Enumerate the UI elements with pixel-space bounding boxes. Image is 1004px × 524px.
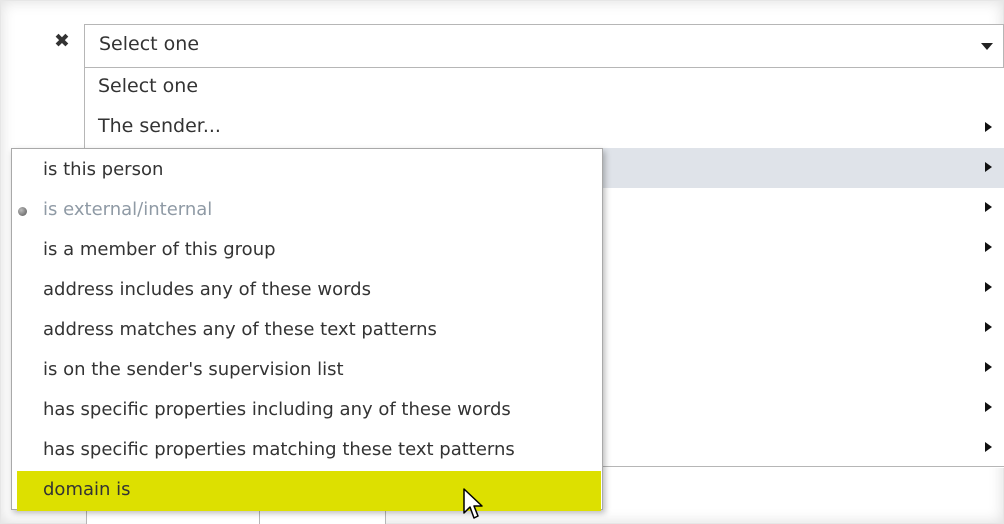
submenu-item-is-external-internal: is external/internal [12, 191, 602, 231]
submenu-arrow-icon [985, 362, 992, 372]
chevron-down-icon[interactable] [981, 43, 993, 50]
submenu-arrow-icon [985, 402, 992, 412]
submenu-item-label: is external/internal [43, 199, 213, 220]
option-select-one[interactable]: Select one [85, 68, 1004, 108]
sender-submenu: is this person is external/internal is a… [11, 148, 603, 511]
option-label: The sender... [98, 115, 221, 137]
submenu-item-member-of-group[interactable]: is a member of this group [12, 231, 602, 271]
submenu-item-properties-matching-patterns[interactable]: has specific properties matching these t… [12, 431, 602, 471]
submenu-item-label: domain is [43, 479, 131, 500]
submenu-arrow-icon [985, 322, 992, 332]
option-label: Select one [98, 75, 199, 97]
submenu-arrow-icon [985, 442, 992, 452]
submenu-item-label: address includes any of these words [43, 279, 371, 300]
submenu-item-supervision-list[interactable]: is on the sender's supervision list [12, 351, 602, 391]
dialog-frame: ✖ Select one Select one The sender... is… [0, 0, 1004, 524]
submenu-arrow-icon [985, 162, 992, 172]
submenu-item-label: is this person [43, 159, 164, 180]
condition-select[interactable]: Select one [84, 24, 1004, 68]
submenu-item-label: address matches any of these text patter… [43, 319, 437, 340]
option-the-sender[interactable]: The sender... [85, 108, 1004, 148]
submenu-item-address-includes-words[interactable]: address includes any of these words [12, 271, 602, 311]
submenu-arrow-icon [985, 202, 992, 212]
remove-condition-icon[interactable]: ✖ [52, 30, 72, 52]
submenu-item-address-matches-patterns[interactable]: address matches any of these text patter… [12, 311, 602, 351]
mouse-pointer-icon [463, 488, 483, 519]
submenu-item-properties-including-words[interactable]: has specific properties including any of… [12, 391, 602, 431]
submenu-item-label: has specific properties including any of… [43, 399, 511, 420]
submenu-arrow-icon [985, 282, 992, 292]
options-divider [602, 466, 1004, 467]
submenu-item-label: is on the sender's supervision list [43, 359, 344, 380]
selected-bullet-icon [18, 207, 27, 216]
submenu-arrow-icon [985, 242, 992, 252]
submenu-item-is-this-person[interactable]: is this person [12, 151, 602, 191]
submenu-item-label: is a member of this group [43, 239, 276, 260]
condition-select-value: Select one [99, 33, 200, 55]
submenu-item-label: has specific properties matching these t… [43, 439, 515, 460]
submenu-item-domain-is[interactable]: domain is [17, 471, 601, 511]
submenu-arrow-icon [985, 122, 992, 132]
